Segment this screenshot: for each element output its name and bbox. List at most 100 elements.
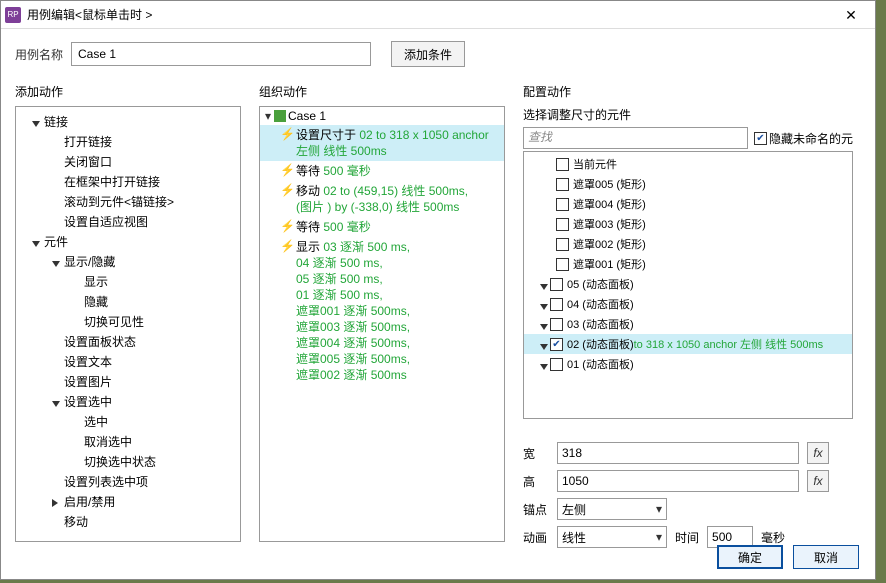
anchor-select[interactable]: 左侧 ▾: [557, 498, 667, 520]
widget-checkbox[interactable]: [550, 298, 563, 311]
widget-checkbox[interactable]: [550, 318, 563, 331]
add-action-heading: 添加动作: [15, 83, 241, 100]
widget-checkbox[interactable]: [550, 278, 563, 291]
widget-row[interactable]: 05 (动态面板): [524, 274, 852, 294]
action-row[interactable]: ⚡设置尺寸于 02 to 318 x 1050 anchor 左侧 线性 500…: [260, 125, 504, 161]
widget-checkbox[interactable]: ✔: [550, 338, 563, 351]
widget-label: 01 (动态面板): [567, 356, 634, 372]
cfg-action-heading: 配置动作: [523, 83, 853, 100]
caret-icon: [540, 359, 550, 369]
tree-item[interactable]: 隐藏: [18, 291, 238, 311]
widget-label: 03 (动态面板): [567, 316, 634, 332]
widget-row[interactable]: 遮罩003 (矩形): [524, 214, 852, 234]
tree-item[interactable]: 设置列表选中项: [18, 471, 238, 491]
anim-select-value: 线性: [562, 529, 586, 546]
widget-checkbox[interactable]: [556, 238, 569, 251]
widget-row[interactable]: 遮罩004 (矩形): [524, 194, 852, 214]
widget-row[interactable]: 遮罩001 (矩形): [524, 254, 852, 274]
tree-item[interactable]: 设置选中: [18, 391, 238, 411]
tree-item-label: 切换选中状态: [84, 453, 156, 470]
action-row[interactable]: ⚡等待 500 毫秒: [260, 217, 504, 237]
height-input[interactable]: [557, 470, 799, 492]
tree-item[interactable]: 元件: [18, 231, 238, 251]
widget-row[interactable]: 遮罩005 (矩形): [524, 174, 852, 194]
tree-item-label: 启用/禁用: [64, 493, 115, 510]
caret-icon: [52, 496, 62, 506]
tree-item[interactable]: 滚动到元件<锚链接>: [18, 191, 238, 211]
tree-item[interactable]: 取消选中: [18, 431, 238, 451]
widget-row[interactable]: ✔02 (动态面板) to 318 x 1050 anchor 左侧 线性 50…: [524, 334, 852, 354]
tree-item[interactable]: 显示: [18, 271, 238, 291]
add-condition-button[interactable]: 添加条件: [391, 41, 465, 67]
height-fx-button[interactable]: fx: [807, 470, 829, 492]
widget-checkbox[interactable]: [556, 178, 569, 191]
caret-icon: [540, 319, 550, 329]
height-label: 高: [523, 473, 549, 490]
caret-icon: [540, 299, 550, 309]
cancel-button[interactable]: 取消: [793, 545, 859, 569]
ok-button[interactable]: 确定: [717, 545, 783, 569]
tree-item[interactable]: 设置文本: [18, 351, 238, 371]
action-row[interactable]: ⚡显示 03 逐渐 500 ms,04 逐渐 500 ms,05 逐渐 500 …: [260, 237, 504, 385]
tree-item[interactable]: 打开链接: [18, 131, 238, 151]
tree-item[interactable]: 设置自适应视图: [18, 211, 238, 231]
tree-item[interactable]: 启用/禁用: [18, 491, 238, 511]
widget-checkbox[interactable]: [556, 258, 569, 271]
tree-item[interactable]: 切换可见性: [18, 311, 238, 331]
action-label: 等待 500 毫秒: [294, 219, 500, 235]
tree-item[interactable]: 选中: [18, 411, 238, 431]
org-action-pane[interactable]: ▾Case 1⚡设置尺寸于 02 to 318 x 1050 anchor 左侧…: [259, 106, 505, 542]
widget-label: 05 (动态面板): [567, 276, 634, 292]
tree-item[interactable]: 设置图片: [18, 371, 238, 391]
tree-item[interactable]: 在框架中打开链接: [18, 171, 238, 191]
tree-item[interactable]: 显示/隐藏: [18, 251, 238, 271]
widget-tree[interactable]: 当前元件遮罩005 (矩形)遮罩004 (矩形)遮罩003 (矩形) 遮罩002 …: [523, 151, 853, 419]
widget-label: 遮罩002 (矩形): [573, 236, 646, 252]
widget-checkbox[interactable]: [550, 358, 563, 371]
add-action-tree[interactable]: 链接打开链接关闭窗口在框架中打开链接滚动到元件<锚链接>设置自适应视图元件显示/…: [15, 106, 241, 542]
case-name-input[interactable]: [71, 42, 371, 66]
action-label: 移动 02 to (459,15) 线性 500ms,(图片 ) by (-33…: [294, 183, 500, 215]
tree-item-label: 设置图片: [64, 373, 112, 390]
caret-icon: [52, 396, 62, 406]
case-label: Case 1: [288, 109, 326, 123]
width-input[interactable]: [557, 442, 799, 464]
tree-item-label: 在框架中打开链接: [64, 173, 160, 190]
tree-item-label: 显示: [84, 273, 108, 290]
case-row[interactable]: ▾Case 1: [260, 107, 504, 125]
widget-checkbox[interactable]: [556, 198, 569, 211]
hide-unnamed-label: 隐藏未命名的元: [769, 130, 853, 147]
widget-row[interactable]: 01 (动态面板): [524, 354, 852, 374]
hide-unnamed-checkbox[interactable]: ✔: [754, 132, 767, 145]
bolt-icon: ⚡: [280, 183, 294, 197]
app-logo-icon: RP: [5, 7, 21, 23]
widget-checkbox[interactable]: [556, 218, 569, 231]
tree-item[interactable]: 切换选中状态: [18, 451, 238, 471]
widget-row[interactable]: 03 (动态面板): [524, 314, 852, 334]
caret-icon: [52, 256, 62, 266]
caret-icon: [72, 436, 82, 446]
widget-row[interactable]: 遮罩002 (矩形): [524, 234, 852, 254]
bolt-icon: ⚡: [280, 127, 294, 141]
close-icon[interactable]: ✕: [831, 2, 871, 28]
tree-item[interactable]: 设置面板状态: [18, 331, 238, 351]
bolt-icon: ⚡: [280, 163, 294, 177]
window-title: 用例编辑<鼠标单击时 >: [27, 6, 831, 23]
time-label: 时间: [675, 529, 699, 546]
anim-select[interactable]: 线性 ▾: [557, 526, 667, 548]
tree-item-label: 设置文本: [64, 353, 112, 370]
dialog: RP 用例编辑<鼠标单击时 > ✕ 用例名称 添加条件 添加动作 链接打开链接关…: [0, 0, 876, 580]
width-fx-button[interactable]: fx: [807, 442, 829, 464]
search-input[interactable]: 查找: [523, 127, 748, 149]
caret-icon: [52, 356, 62, 366]
tree-item[interactable]: 移动: [18, 511, 238, 531]
widget-row[interactable]: 04 (动态面板): [524, 294, 852, 314]
widget-checkbox[interactable]: [556, 158, 569, 171]
tree-item[interactable]: 关闭窗口: [18, 151, 238, 171]
widget-row[interactable]: 当前元件: [524, 154, 852, 174]
select-resize-label: 选择调整尺寸的元件: [523, 106, 853, 123]
action-row[interactable]: ⚡等待 500 毫秒: [260, 161, 504, 181]
action-label: 设置尺寸于 02 to 318 x 1050 anchor 左侧 线性 500m…: [294, 127, 500, 159]
tree-item[interactable]: 链接: [18, 111, 238, 131]
action-row[interactable]: ⚡移动 02 to (459,15) 线性 500ms,(图片 ) by (-3…: [260, 181, 504, 217]
